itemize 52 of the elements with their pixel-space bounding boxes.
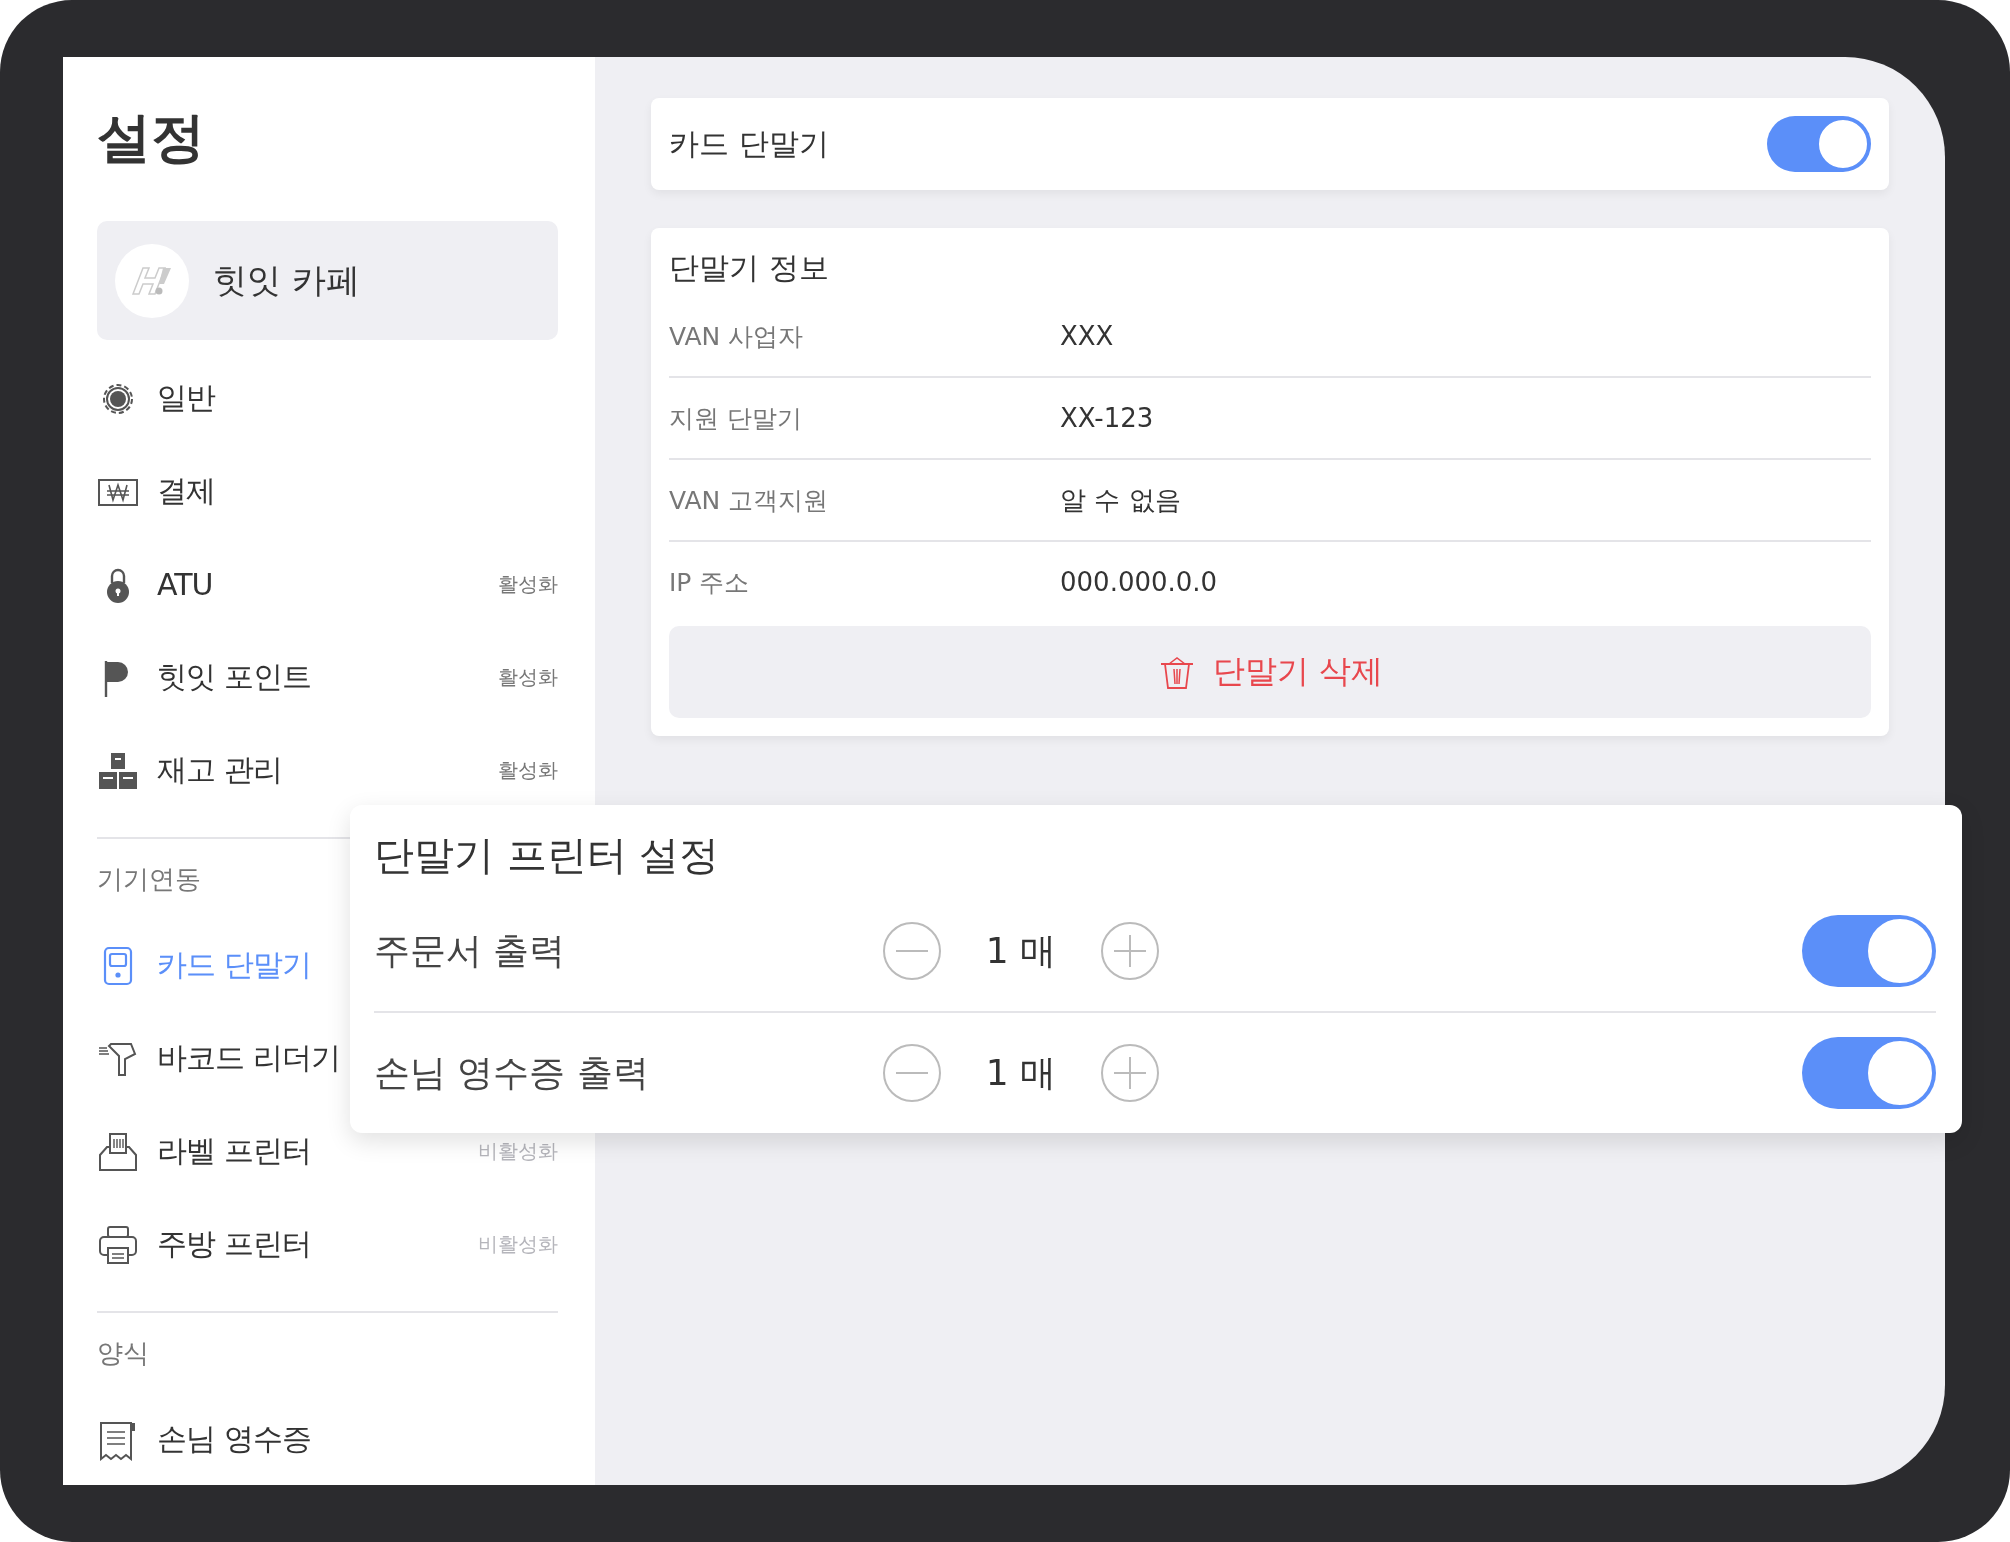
- item-label: 일반: [157, 379, 215, 417]
- sidebar-item[interactable]: 결제: [97, 445, 215, 538]
- plus-button[interactable]: [1100, 921, 1160, 981]
- count-value: 1 매: [984, 1050, 1058, 1095]
- sidebar-item[interactable]: 재고 관리 활성화: [97, 724, 558, 817]
- item-label: 바코드 리더기: [157, 1039, 340, 1077]
- sidebar-item[interactable]: 힛잇 포인트 활성화: [97, 631, 558, 724]
- status-label: 활성화: [498, 571, 558, 598]
- info-label: VAN 사업자: [669, 320, 805, 353]
- store-name: 힛잇 카페: [213, 258, 360, 302]
- status-label: 활성화: [498, 757, 558, 784]
- store-card[interactable]: 힛잇 카페: [97, 221, 558, 340]
- plus-button[interactable]: [1100, 1043, 1160, 1103]
- item-label: 결제: [157, 472, 215, 510]
- info-value: 000.000.0.0: [1060, 567, 1219, 597]
- item-label: 힛잇 포인트: [157, 658, 311, 696]
- item-label: 카드 단말기: [157, 946, 311, 984]
- item-label: 라벨 프린터: [157, 1132, 311, 1170]
- status-label: 비활성화: [478, 1231, 558, 1258]
- setting-label: 카드 단말기: [669, 124, 829, 163]
- section-heading: 기기연동: [97, 863, 201, 896]
- panel-title: 단말기 프린터 설정: [374, 831, 721, 880]
- info-label: 지원 단말기: [669, 402, 803, 435]
- count-value: 1 매: [984, 928, 1058, 973]
- sidebar-item[interactable]: ATU 활성화: [97, 538, 558, 631]
- sidebar-item[interactable]: 주방 프린터 비활성화: [97, 1198, 558, 1291]
- item-label: 손님 영수증: [157, 1420, 311, 1458]
- sidebar-item[interactable]: 일반: [97, 352, 215, 445]
- item-label: 재고 관리: [157, 751, 282, 789]
- item-label: ATU: [157, 567, 213, 602]
- section-heading: 양식: [97, 1337, 149, 1370]
- sidebar-item[interactable]: 라벨 프린터 비활성화: [97, 1105, 558, 1198]
- status-label: 활성화: [498, 664, 558, 691]
- card-title: 단말기 정보: [669, 249, 830, 287]
- setting-label: 손님 영수증 출력: [374, 1050, 650, 1095]
- setting-label: 주문서 출력: [374, 928, 567, 973]
- toggle-switch[interactable]: [1767, 116, 1871, 172]
- printer-icon: [97, 1223, 139, 1266]
- info-value: XX-123: [1060, 403, 1155, 433]
- info-label: VAN 고객지원: [669, 484, 830, 517]
- logo-icon: [115, 243, 189, 318]
- minus-button[interactable]: [882, 921, 942, 981]
- info-value: 알 수 없음: [1060, 483, 1182, 517]
- label-printer-icon: [97, 1130, 139, 1173]
- sidebar-item[interactable]: 바코드 리더기: [97, 1012, 340, 1105]
- page-title: 설정: [97, 105, 206, 171]
- item-label: 주방 프린터: [157, 1225, 311, 1263]
- info-value: XXX: [1060, 321, 1115, 351]
- minus-button[interactable]: [882, 1043, 942, 1103]
- status-label: 비활성화: [478, 1138, 558, 1165]
- sidebar-item[interactable]: 손님 영수증: [97, 1393, 311, 1485]
- info-label: IP 주소: [669, 566, 751, 599]
